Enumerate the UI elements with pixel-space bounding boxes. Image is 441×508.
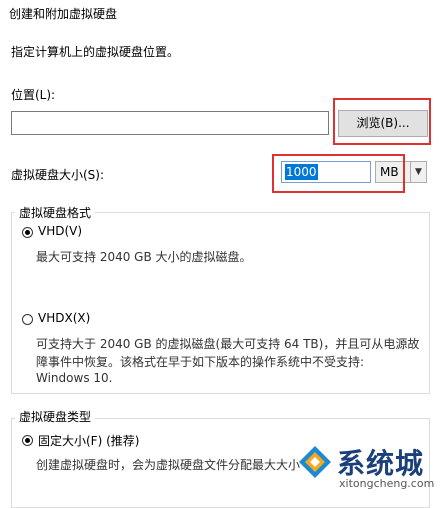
vhd-radio[interactable] — [22, 227, 33, 238]
vhdx-label[interactable]: VHDX(X) — [38, 311, 90, 325]
location-input[interactable] — [11, 111, 329, 135]
vhdx-radio[interactable] — [22, 314, 33, 325]
watermark-brand: 系统城 — [337, 447, 425, 480]
dialog-description: 指定计算机上的虚拟硬盘位置。 — [11, 45, 180, 59]
fixed-size-radio[interactable] — [22, 435, 33, 446]
watermark-logo-icon — [299, 446, 331, 478]
watermark: 系统城 xitongcheng.com — [297, 444, 437, 494]
window-title: 创建和附加虚拟硬盘 — [9, 7, 118, 21]
radio-selected-dot — [25, 438, 30, 443]
location-label: 位置(L): — [11, 88, 56, 102]
vhdx-description-line-1: 可支持大于 2040 GB 的虚拟磁盘(最大可支持 64 TB)，并且可从电源故 — [36, 337, 420, 351]
fixed-size-label[interactable]: 固定大小(F) (推荐) — [38, 432, 139, 449]
radio-selected-dot — [25, 230, 30, 235]
vhd-description: 最大可支持 2040 GB 大小的虚拟磁盘。 — [36, 250, 252, 264]
highlight-box-size — [272, 154, 405, 193]
highlight-box-browse — [333, 98, 431, 145]
watermark-domain: xitongcheng.com — [339, 477, 435, 490]
fixed-size-description: 创建虚拟硬盘时，会为虚拟硬盘文件分配最大大小 — [36, 458, 301, 472]
vhdx-description-line-3: Windows 10. — [36, 371, 113, 385]
size-label: 虚拟硬盘大小(S): — [11, 168, 105, 182]
vhd-label[interactable]: VHD(V) — [38, 224, 82, 238]
chevron-down-icon[interactable]: ▼ — [410, 162, 426, 182]
vhdx-description-line-2: 障事件中恢复。该格式在早于如下版本的操作系统中不受支持: — [36, 355, 365, 369]
type-group-title: 虚拟硬盘类型 — [15, 408, 96, 425]
format-group-title: 虚拟硬盘格式 — [15, 204, 96, 221]
